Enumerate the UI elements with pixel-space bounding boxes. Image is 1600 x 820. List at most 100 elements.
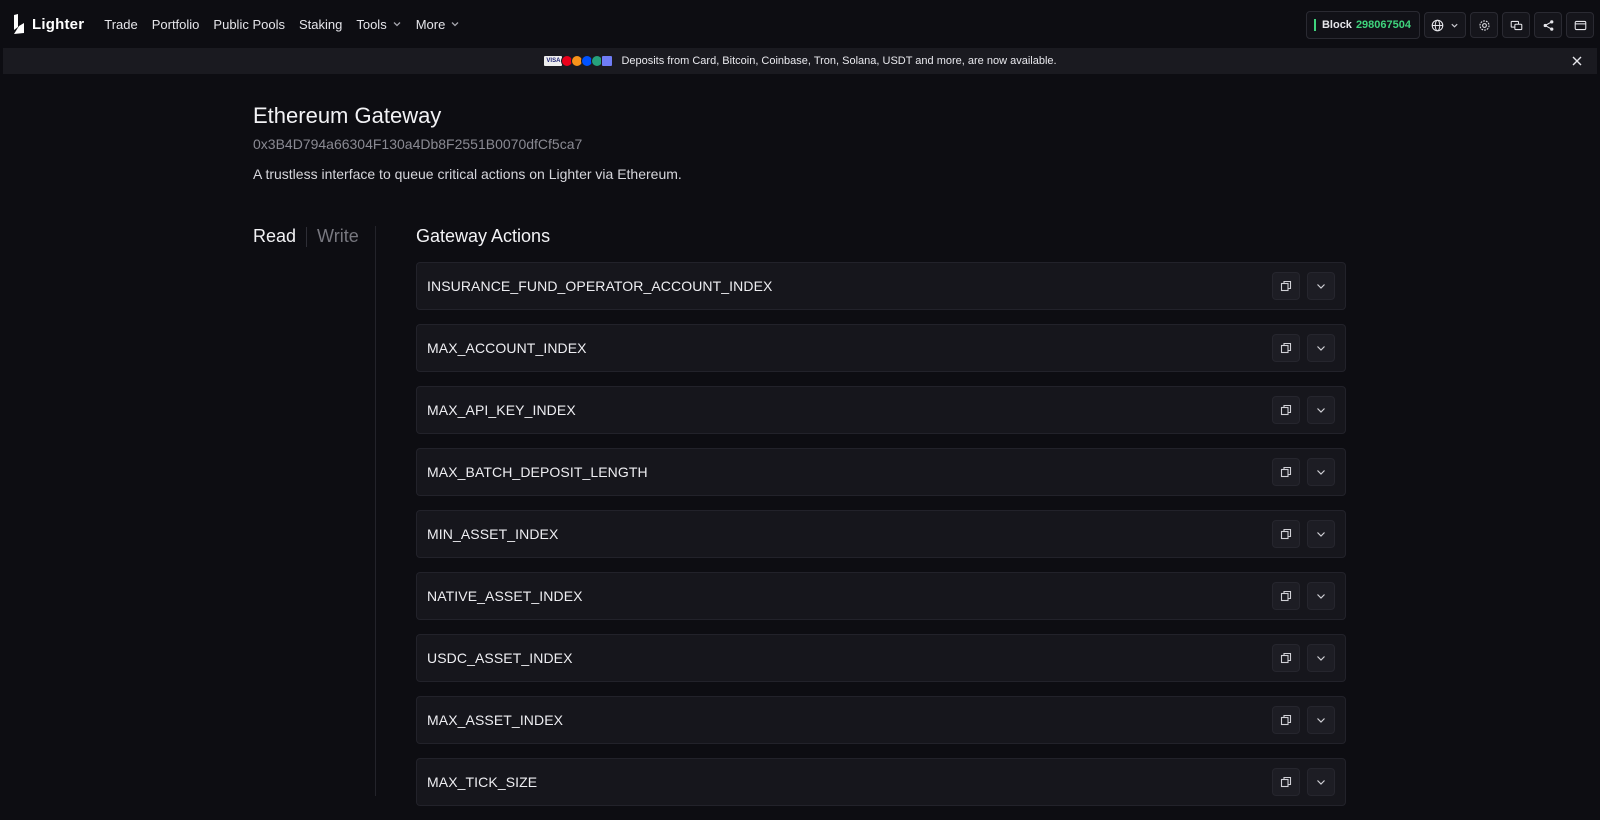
gateway-action-row[interactable]: MAX_ASSET_INDEX [416,696,1346,744]
expand-button[interactable] [1307,644,1335,672]
gateway-action-name: MAX_ASSET_INDEX [427,712,564,728]
nav-item-portfolio[interactable]: Portfolio [152,17,200,32]
block-status-indicator [1313,19,1316,31]
copy-button[interactable] [1272,458,1300,486]
payment-methods-icons: VISA [543,55,614,67]
copy-icon [1280,466,1292,478]
page-title: Ethereum Gateway [253,103,442,128]
copy-button[interactable] [1272,644,1300,672]
copy-icon [1280,776,1292,788]
settings-icon [1478,19,1490,31]
copy-button[interactable] [1272,520,1300,548]
share-button[interactable] [1534,12,1562,38]
gateway-action-name: MIN_ASSET_INDEX [427,526,559,542]
action-buttons [1272,768,1335,796]
chevron-down-icon [1317,532,1325,537]
gateway-action-row[interactable]: MAX_API_KEY_INDEX [416,386,1346,434]
gateway-action-row[interactable]: MIN_ASSET_INDEX [416,510,1346,558]
gateway-action-row[interactable]: MAX_TICK_SIZE [416,758,1346,806]
action-buttons [1272,520,1335,548]
expand-button[interactable] [1307,334,1335,362]
page-description: A trustless interface to queue critical … [253,166,682,182]
share-icon [1543,19,1553,31]
chevron-down-icon [1317,284,1325,289]
expand-button[interactable] [1307,768,1335,796]
solana-icon [601,55,614,67]
settings-button[interactable] [1470,12,1498,38]
nav-item-label: Staking [298,16,343,32]
copy-button[interactable] [1272,272,1300,300]
gateway-action-name: MAX_BATCH_DEPOSIT_LENGTH [427,464,648,480]
gateway-action-name: NATIVE_ASSET_INDEX [427,588,583,604]
contract-address[interactable]: 0x3B4D794a66304F130a4Db8F2551B0070dfCf5c… [253,136,582,152]
gateway-actions-list: INSURANCE_FUND_OPERATOR_ACCOUNT_INDEX MAX… [416,262,1346,820]
gateway-action-row[interactable]: NATIVE_ASSET_INDEX [416,572,1346,620]
copy-button[interactable] [1272,582,1300,610]
section-title: Gateway Actions [416,226,551,246]
chevron-down-icon [1317,346,1325,351]
tab-read[interactable]: Read [253,226,296,247]
lighter-logo[interactable]: Lighter [12,14,84,34]
expand-button[interactable] [1307,582,1335,610]
expand-button[interactable] [1307,396,1335,424]
expand-button[interactable] [1307,458,1335,486]
nav-item-trade[interactable]: Trade [104,17,137,32]
read-write-tabs: Read Write [253,226,359,247]
gateway-action-name: MAX_ACCOUNT_INDEX [427,340,587,356]
copy-button[interactable] [1272,396,1300,424]
copy-icon [1280,590,1292,602]
copy-button[interactable] [1272,768,1300,796]
chevron-down-icon [1317,470,1325,475]
visa-icon: VISA [543,55,564,67]
action-buttons [1272,582,1335,610]
wallet-icon [1574,20,1586,30]
block-label: Block [1321,19,1352,31]
action-buttons [1272,396,1335,424]
copy-icon [1280,404,1292,416]
tab-write[interactable]: Write [317,226,359,247]
chevron-down-icon [451,22,459,27]
main-nav: Trade Portfolio Public Pools Staking Tools Mo… [104,17,460,32]
nav-item-public-pools[interactable]: Public Pools [213,17,285,32]
globe-icon [1431,19,1444,31]
chevron-down-icon [1317,594,1325,599]
block-number: 298067504 [1355,19,1411,31]
action-buttons [1272,644,1335,672]
chat-icon [1510,20,1522,30]
gateway-action-name: MAX_API_KEY_INDEX [427,402,576,418]
expand-button[interactable] [1307,706,1335,734]
top-navigation-bar: Lighter Trade Portfolio Public Pools Stakin… [0,0,1600,48]
nav-item-label: Portfolio [151,16,200,32]
expand-button[interactable] [1307,520,1335,548]
action-buttons [1272,458,1335,486]
nav-item-label: More [415,16,446,32]
gateway-action-name: MAX_TICK_SIZE [427,774,538,790]
support-chat-button[interactable] [1502,12,1530,38]
content-divider [375,226,376,796]
gateway-action-row[interactable]: USDC_ASSET_INDEX [416,634,1346,682]
banner-text: Deposits from Card, Bitcoin, Coinbase, T… [621,55,1057,67]
language-selector-button[interactable] [1424,12,1466,38]
chevron-down-icon [1317,780,1325,785]
copy-button[interactable] [1272,706,1300,734]
wallet-button[interactable] [1566,12,1594,38]
close-icon[interactable] [1571,55,1583,67]
nav-item-staking[interactable]: Staking [299,17,342,32]
nav-item-label: Trade [104,16,138,32]
nav-item-more[interactable]: More [416,17,461,32]
announcement-banner: VISA Deposits from Card, Bitcoin, Coinba… [3,48,1597,74]
expand-button[interactable] [1307,272,1335,300]
nav-item-tools[interactable]: Tools [356,17,401,32]
gateway-action-row[interactable]: INSURANCE_FUND_OPERATOR_ACCOUNT_INDEX [416,262,1346,310]
copy-icon [1280,528,1292,540]
gateway-action-row[interactable]: MAX_BATCH_DEPOSIT_LENGTH [416,448,1346,496]
tab-divider [306,226,308,247]
action-buttons [1272,706,1335,734]
copy-icon [1280,652,1292,664]
copy-button[interactable] [1272,334,1300,362]
gateway-action-row[interactable]: MAX_ACCOUNT_INDEX [416,324,1346,372]
copy-icon [1280,342,1292,354]
chevron-down-icon [1317,408,1325,413]
action-buttons [1272,334,1335,362]
action-buttons [1272,272,1335,300]
